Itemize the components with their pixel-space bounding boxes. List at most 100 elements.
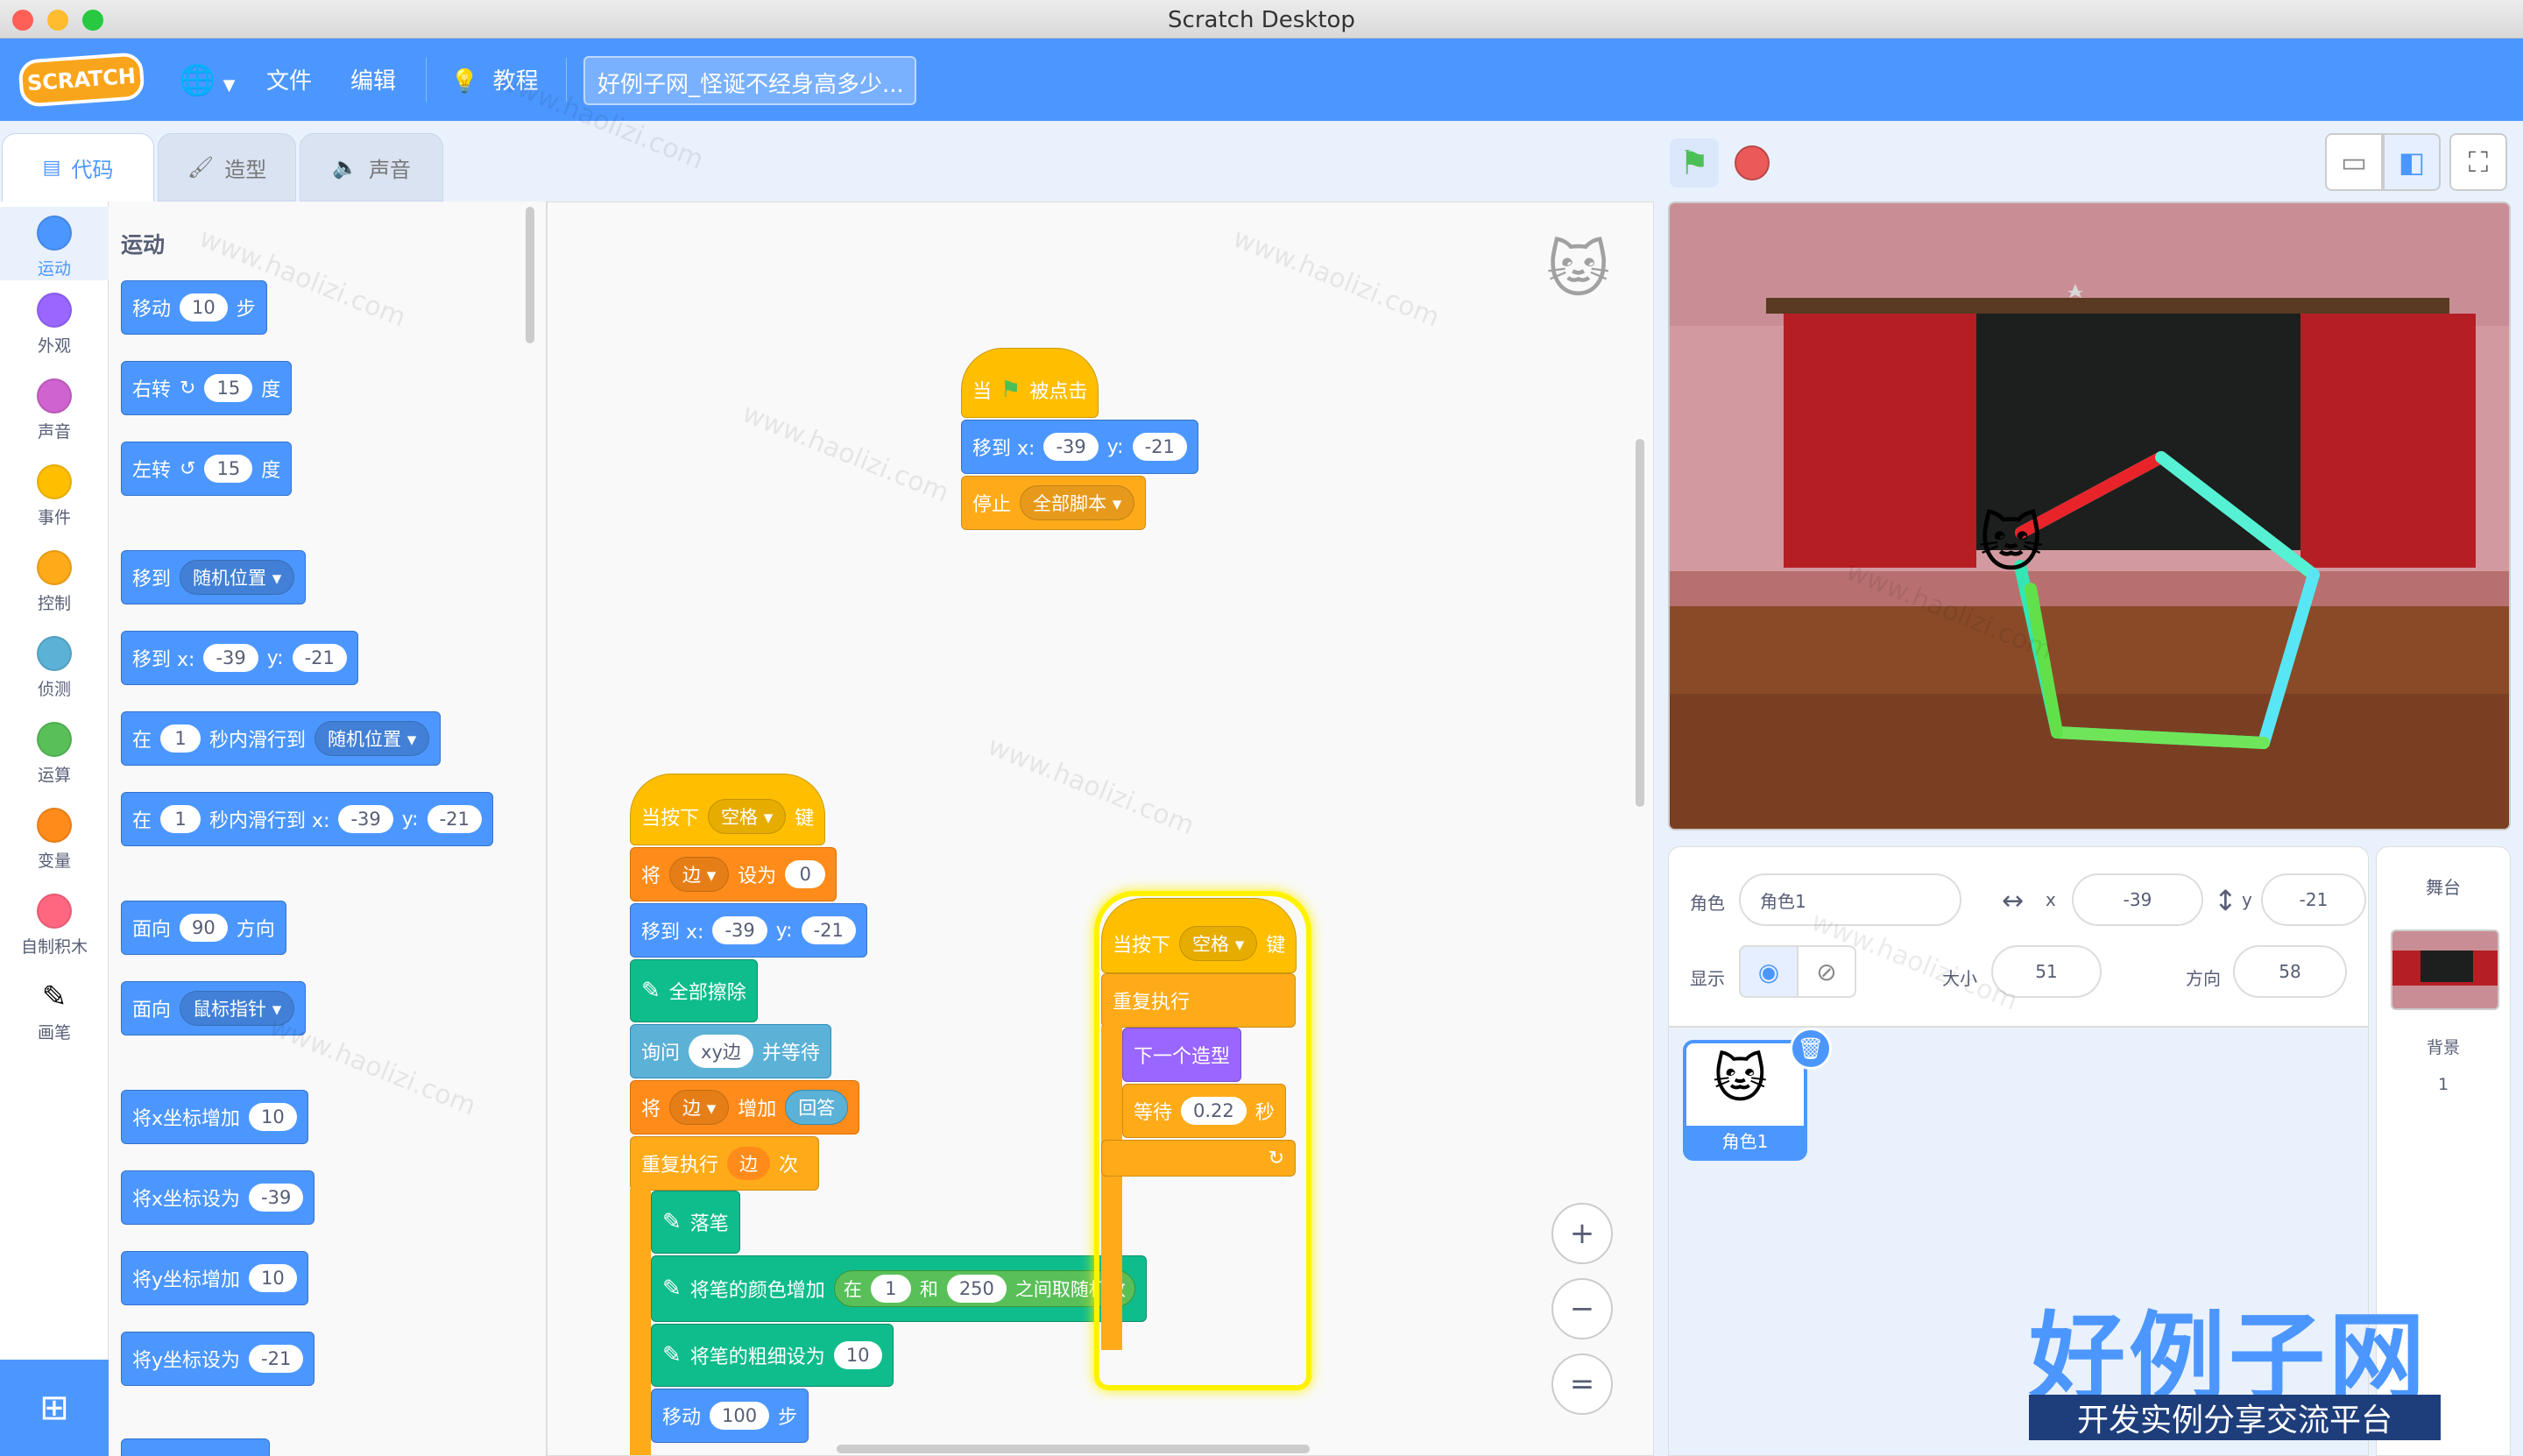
stop-block[interactable]: 停止 全部脚本 ▾	[961, 476, 1147, 530]
y-input[interactable]: -21	[427, 805, 482, 833]
change-variable-block[interactable]: 将 边 ▾ 增加 回答	[630, 1080, 860, 1134]
stop-option-dropdown[interactable]: 全部脚本 ▾	[1020, 485, 1135, 520]
direction-input[interactable]: 90	[180, 914, 228, 942]
answer-reporter[interactable]: 回答	[785, 1090, 849, 1125]
erase-all-block[interactable]: ✎ 全部擦除	[630, 959, 758, 1022]
random-number-reporter[interactable]: 在 1 和 250 之间取随机数	[833, 1270, 1135, 1307]
category-events[interactable]: 事件	[0, 464, 109, 528]
add-extension-button[interactable]: ⊞	[0, 1360, 109, 1456]
palette-scrollbar[interactable]	[526, 207, 534, 343]
category-operators[interactable]: 运算	[0, 722, 109, 786]
goto-xy-block[interactable]: 移到 x: -39 y: -21	[630, 903, 867, 958]
normal-stage-button[interactable]: ◧	[2383, 133, 2441, 191]
seconds-input[interactable]: 0.22	[1181, 1097, 1247, 1125]
turn-right-block[interactable]: 右转 ↻ 15 度	[121, 361, 293, 415]
category-control[interactable]: 控制	[0, 550, 109, 614]
wait-block[interactable]: 等待 0.22 秒	[1122, 1084, 1286, 1138]
goto-xy-block[interactable]: 移到 x: -39 y: -21	[961, 420, 1198, 474]
delete-sprite-button[interactable]: 🗑	[1790, 1028, 1832, 1070]
glide-target-block[interactable]: 在 1 秒内滑行到 随机位置 ▾	[121, 711, 442, 766]
hide-sprite-button[interactable]: ⊘	[1797, 945, 1856, 998]
pen-down-block[interactable]: ✎ 落笔	[651, 1191, 740, 1254]
stop-button[interactable]	[1728, 138, 1777, 187]
category-motion[interactable]: 运动	[0, 207, 109, 280]
value-input[interactable]: 0	[785, 860, 826, 888]
to-input[interactable]: 250	[946, 1275, 1007, 1303]
size-input[interactable]: 51	[1991, 945, 2102, 998]
variable-reporter[interactable]: 边	[727, 1147, 771, 1180]
size-input[interactable]: 10	[833, 1341, 882, 1369]
tutorials-menu[interactable]: 💡 教程	[450, 63, 539, 95]
project-title-input[interactable]: 好例子网_怪诞不经身高多少...	[583, 56, 916, 105]
zoom-out-button[interactable]: −	[1551, 1278, 1613, 1339]
degrees-input[interactable]: 15	[204, 455, 253, 483]
from-input[interactable]: 1	[870, 1275, 911, 1303]
language-menu[interactable]: 🌐 ▼	[179, 63, 235, 98]
x-input[interactable]: -39	[338, 805, 393, 833]
tab-code[interactable]: ▤ 代码	[2, 133, 154, 201]
y-input[interactable]: -21	[292, 644, 347, 672]
scratch-logo[interactable]: SCRATCH	[18, 52, 145, 108]
sprite-cat-icon[interactable]: 🐱	[1978, 506, 2044, 580]
category-my-blocks[interactable]: 自制积木	[0, 894, 109, 958]
edit-menu[interactable]: 编辑	[350, 63, 396, 95]
goto-target-block[interactable]: 移到 随机位置 ▾	[121, 550, 307, 604]
seconds-input[interactable]: 1	[160, 805, 201, 833]
partial-block[interactable]	[121, 1438, 270, 1456]
small-stage-button[interactable]: ▭	[2325, 133, 2383, 191]
category-pen[interactable]: ✎ 画笔	[0, 979, 109, 1043]
move-steps-block[interactable]: 移动 10 步	[121, 280, 267, 335]
glide-xy-block[interactable]: 在 1 秒内滑行到 x: -39 y: -21	[121, 792, 493, 846]
script-horizontal-scrollbar[interactable]	[837, 1445, 1310, 1453]
category-sensing[interactable]: 侦测	[0, 636, 109, 700]
tab-costumes[interactable]: 🖌 造型	[158, 133, 296, 201]
category-variables[interactable]: 变量	[0, 808, 109, 872]
seconds-input[interactable]: 1	[160, 724, 201, 753]
key-dropdown[interactable]: 空格 ▾	[708, 799, 787, 834]
when-key-pressed-block[interactable]: 当按下 空格 ▾ 键	[1101, 898, 1297, 973]
when-flag-clicked-block[interactable]: 当 ⚑ 被点击	[961, 348, 1099, 418]
x-position-input[interactable]: -39	[2072, 873, 2203, 926]
variable-dropdown[interactable]: 边 ▾	[669, 857, 730, 892]
set-y-block[interactable]: 将y坐标设为 -21	[121, 1332, 315, 1386]
direction-input[interactable]: 58	[2233, 945, 2347, 998]
file-menu[interactable]: 文件	[266, 63, 312, 95]
target-dropdown[interactable]: 随机位置 ▾	[180, 560, 295, 595]
show-sprite-button[interactable]: ◉	[1739, 945, 1799, 998]
forever-block[interactable]: 重复执行	[1101, 973, 1296, 1028]
x-input[interactable]: -39	[1043, 433, 1099, 461]
key-dropdown[interactable]: 空格 ▾	[1179, 926, 1258, 961]
fullscreen-button[interactable]: ⛶	[2449, 133, 2507, 191]
tab-sounds[interactable]: 🔈 声音	[300, 133, 443, 201]
question-input[interactable]: xy边	[689, 1035, 753, 1068]
set-variable-block[interactable]: 将 边 ▾ 设为 0	[630, 847, 837, 901]
point-direction-block[interactable]: 面向 90 方向	[121, 901, 286, 955]
when-key-pressed-block[interactable]: 当按下 空格 ▾ 键	[630, 774, 826, 845]
y-input[interactable]: -21	[801, 916, 856, 944]
ask-and-wait-block[interactable]: 询问 xy边 并等待	[630, 1024, 831, 1078]
zoom-in-button[interactable]: +	[1551, 1203, 1613, 1264]
value-input[interactable]: -39	[249, 1184, 304, 1212]
steps-input[interactable]: 10	[180, 293, 228, 322]
sprite-tile[interactable]: 🐱 角色1 🗑	[1683, 1028, 1832, 1161]
x-input[interactable]: -39	[712, 916, 767, 944]
repeat-block[interactable]: 重复执行 边 次	[630, 1136, 819, 1191]
zoom-reset-button[interactable]: =	[1551, 1354, 1613, 1415]
x-input[interactable]: -39	[203, 644, 258, 672]
value-input[interactable]: -21	[249, 1345, 304, 1373]
sprite-name-input[interactable]: 角色1	[1739, 873, 1961, 926]
change-x-block[interactable]: 将x坐标增加 10	[121, 1090, 308, 1144]
y-input[interactable]: -21	[1132, 433, 1187, 461]
stage-canvas[interactable]: 🐱	[1668, 201, 2511, 830]
point-towards-block[interactable]: 面向 鼠标指针 ▾	[121, 981, 307, 1035]
change-y-block[interactable]: 将y坐标增加 10	[121, 1251, 308, 1305]
value-input[interactable]: 10	[249, 1264, 297, 1292]
category-sound[interactable]: 声音	[0, 378, 109, 442]
goto-xy-block[interactable]: 移到 x: -39 y: -21	[121, 631, 358, 685]
next-costume-block[interactable]: 下一个造型	[1122, 1028, 1242, 1082]
set-pen-size-block[interactable]: ✎ 将笔的粗细设为 10	[651, 1324, 894, 1387]
set-x-block[interactable]: 将x坐标设为 -39	[121, 1170, 315, 1225]
target-dropdown[interactable]: 随机位置 ▾	[314, 721, 430, 756]
script-vertical-scrollbar[interactable]	[1636, 439, 1644, 807]
script-area[interactable]: 🐱 当 ⚑ 被点击 移到 x: -39 y: -21 停止 全部脚本 ▾ 当按下…	[547, 201, 1654, 1456]
